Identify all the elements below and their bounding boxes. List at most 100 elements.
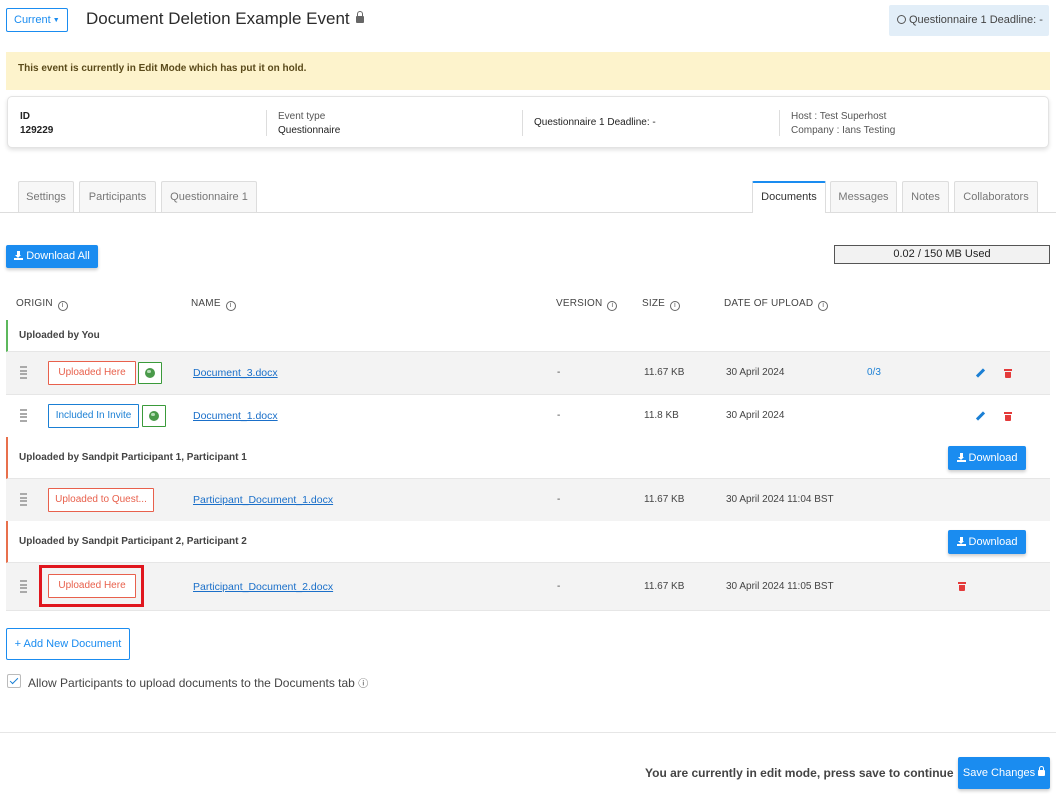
drag-handle-icon[interactable] [20, 493, 27, 506]
info-id: ID 129229 [20, 110, 53, 136]
clock-icon [897, 15, 906, 24]
page-header: Current ▼ Document Deletion Example Event… [0, 0, 1056, 44]
info-icon[interactable]: i [670, 301, 681, 311]
group-uploaded-by-you: Uploaded by You [6, 320, 1050, 352]
tab-documents[interactable]: Documents [752, 181, 826, 213]
origin-badge[interactable]: Uploaded Here [48, 361, 136, 385]
document-link[interactable]: Document_3.docx [193, 367, 278, 379]
page-title: Document Deletion Example Event [86, 9, 364, 29]
info-event-type: Event type Questionnaire [266, 110, 340, 136]
edit-mode-message: You are currently in edit mode, press sa… [645, 766, 954, 780]
group-participant-2: Uploaded by Sandpit Participant 2, Parti… [6, 521, 1050, 563]
column-origin: ORIGIN i [16, 298, 68, 311]
share-globe-button[interactable] [142, 405, 166, 427]
tab-messages[interactable]: Messages [830, 181, 897, 212]
page-title-text: Document Deletion Example Event [86, 9, 350, 28]
caret-down-icon: ▼ [52, 17, 60, 24]
document-link[interactable]: Document_1.docx [193, 410, 278, 422]
drag-handle-icon[interactable] [20, 366, 27, 379]
table-row: Uploaded Here Participant_Document_2.doc… [6, 563, 1050, 611]
drag-handle-icon[interactable] [20, 409, 27, 422]
version-cell: - [557, 367, 561, 378]
edit-pencil-icon[interactable] [976, 369, 985, 378]
download-group-button[interactable]: Download [948, 446, 1026, 470]
date-cell: 30 April 2024 11:05 BST [726, 581, 834, 592]
table-row: Uploaded to Quest... Participant_Documen… [6, 479, 1050, 522]
footer-divider [0, 732, 1056, 733]
add-new-document-button[interactable]: + Add New Document [6, 628, 130, 660]
size-cell: 11.67 KB [644, 581, 685, 592]
info-icon[interactable]: i [225, 301, 236, 311]
date-cell: 30 April 2024 11:04 BST [726, 494, 834, 505]
size-cell: 11.8 KB [644, 410, 679, 421]
download-all-label: Download All [26, 250, 90, 262]
column-size-label: SIZE [642, 298, 666, 309]
date-cell: 30 April 2024 [726, 410, 785, 421]
tab-participants[interactable]: Participants [79, 181, 156, 212]
tab-bar: Settings Participants Questionnaire 1 Do… [0, 181, 1056, 213]
column-version: VERSION i [556, 298, 618, 311]
size-cell: 11.67 KB [644, 367, 685, 378]
info-host: Host : Test Superhost Company : Ians Tes… [779, 110, 895, 136]
delete-trash-icon[interactable] [1004, 369, 1012, 378]
save-changes-button[interactable]: Save Changes [958, 757, 1050, 789]
column-date-label: DATE OF UPLOAD [724, 298, 814, 309]
download-label: Download [968, 452, 1018, 464]
download-all-button[interactable]: Download All [6, 245, 98, 268]
table-row: Included In Invite Document_1.docx - 11.… [6, 395, 1050, 438]
version-cell: - [557, 494, 561, 505]
allow-upload-checkbox[interactable] [7, 674, 21, 688]
info-icon[interactable]: ⓘ [358, 679, 368, 690]
id-label: ID [20, 111, 30, 122]
company-text: Company : Ians Testing [791, 125, 896, 136]
delete-trash-icon[interactable] [958, 582, 966, 591]
delete-trash-icon[interactable] [1004, 412, 1012, 421]
unlocked-icon [355, 11, 364, 23]
id-value: 129229 [20, 125, 54, 136]
highlight-box [39, 565, 144, 607]
info-icon[interactable]: i [607, 301, 618, 311]
allow-upload-text: Allow Participants to upload documents t… [28, 676, 355, 690]
size-cell: 11.67 KB [644, 494, 685, 505]
column-date: DATE OF UPLOAD i [724, 298, 829, 311]
origin-badge[interactable]: Included In Invite [48, 404, 139, 428]
table-row: Uploaded Here Document_3.docx - 11.67 KB… [6, 352, 1050, 395]
version-cell: - [557, 581, 561, 592]
globe-icon [145, 368, 155, 378]
info-icon[interactable]: i [818, 301, 829, 311]
group-label: Uploaded by You [19, 330, 100, 341]
globe-icon [149, 411, 159, 421]
allow-upload-label: Allow Participants to upload documents t… [28, 675, 368, 690]
tab-collaborators[interactable]: Collaborators [954, 181, 1038, 212]
event-type-value: Questionnaire [278, 125, 341, 136]
edit-pencil-icon[interactable] [976, 412, 985, 421]
save-label: Save Changes [962, 767, 1036, 779]
document-link[interactable]: Participant_Document_2.docx [193, 581, 333, 593]
group-participant-1: Uploaded by Sandpit Participant 1, Parti… [6, 437, 1050, 479]
info-icon[interactable]: i [57, 301, 68, 311]
deadline-badge-text: Questionnaire 1 Deadline: - [909, 14, 1043, 26]
tab-notes[interactable]: Notes [902, 181, 949, 212]
edit-mode-banner: This event is currently in Edit Mode whi… [6, 52, 1050, 90]
view-count-link[interactable]: 0/3 [867, 367, 881, 378]
download-icon [956, 537, 966, 546]
origin-badge[interactable]: Uploaded to Quest... [48, 488, 154, 512]
document-link[interactable]: Participant_Document_1.docx [193, 494, 333, 506]
drag-handle-icon[interactable] [20, 580, 27, 593]
lock-icon [1038, 766, 1046, 776]
tab-settings[interactable]: Settings [18, 181, 74, 212]
tab-questionnaire-1[interactable]: Questionnaire 1 [161, 181, 257, 212]
download-icon [14, 251, 24, 260]
group-label: Uploaded by Sandpit Participant 1, Parti… [19, 452, 247, 463]
info-deadline: Questionnaire 1 Deadline: - [522, 110, 656, 136]
share-globe-button[interactable] [138, 362, 162, 384]
column-version-label: VERSION [556, 298, 603, 309]
date-cell: 30 April 2024 [726, 367, 785, 378]
download-group-button[interactable]: Download [948, 530, 1026, 554]
column-origin-label: ORIGIN [16, 298, 53, 309]
event-type-label: Event type [278, 111, 326, 122]
column-name-label: NAME [191, 298, 221, 309]
current-dropdown-button[interactable]: Current ▼ [6, 8, 68, 32]
current-label: Current [14, 14, 51, 26]
deadline-badge: Questionnaire 1 Deadline: - [889, 5, 1049, 36]
